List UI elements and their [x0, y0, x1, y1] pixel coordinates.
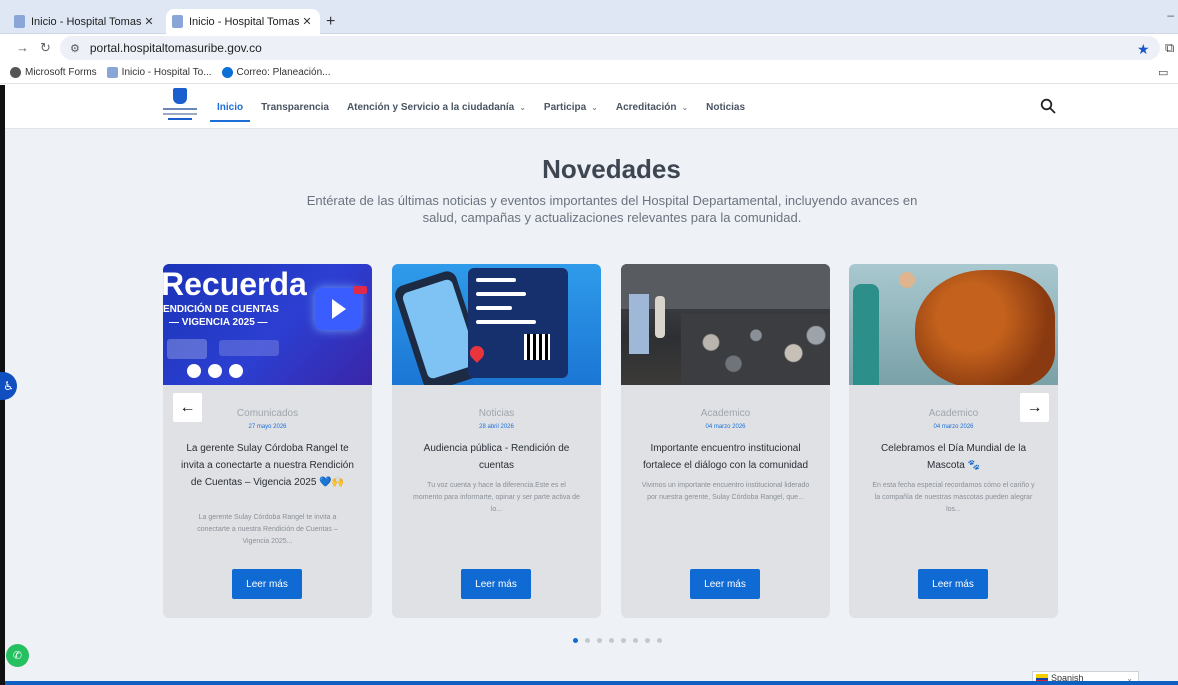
bookmark-item[interactable]: Correo: Planeación... [221, 67, 331, 78]
carousel-dot[interactable] [645, 638, 650, 643]
news-card[interactable]: Noticias 28 abril 2026 Audiencia pública… [392, 264, 601, 618]
read-more-button[interactable]: Leer más [461, 569, 531, 599]
chevron-down-icon: ⌄ [681, 102, 689, 112]
card-excerpt: En esta fecha especial recordamos cómo e… [872, 482, 1035, 513]
bookmark-label: Microsoft Forms [25, 67, 97, 78]
nav-item-participa[interactable]: Participa ⌄ [544, 85, 598, 129]
card-date: 27 mayo 2026 [248, 424, 287, 430]
news-card[interactable]: Academico 04 marzo 2026 Celebramos el Dí… [849, 264, 1058, 618]
site-header: Inicio Transparencia Atención y Servicio… [5, 85, 1178, 129]
card-date: 04 marzo 2026 [705, 424, 746, 430]
play-icon [315, 288, 361, 330]
tab-title: Inicio - Hospital Tomas Uribe U [189, 15, 300, 28]
nav-item-inicio[interactable]: Inicio [209, 85, 251, 129]
read-more-button[interactable]: Leer más [918, 569, 988, 599]
carousel-next-button[interactable]: → [1020, 393, 1049, 422]
carousel-pagination [573, 638, 669, 643]
nav-label: Participa [543, 101, 587, 113]
browser-tab-strip: Inicio - Hospital Tomas Uribe U ✕ Inicio… [0, 0, 1178, 34]
page-icon [106, 67, 118, 78]
bookmark-label: Inicio - Hospital To... [121, 67, 212, 78]
image-text: — VIGENCIA 2025 — [169, 317, 268, 328]
card-excerpt: Tu voz cuenta y hace la diferencia.Este … [413, 482, 580, 513]
qr-code-icon [524, 334, 550, 360]
folder-icon[interactable]: ▭ [1158, 66, 1168, 79]
news-card[interactable]: Recuerda ENDICIÓN DE CUENTAS — VIGENCIA … [163, 264, 372, 618]
card-category: Academico [700, 408, 751, 419]
nav-item-atencion[interactable]: Atención y Servicio a la ciudadanía ⌄ [347, 85, 526, 129]
carousel-dot[interactable] [573, 638, 578, 643]
page-favicon-icon [172, 15, 183, 28]
search-icon[interactable] [1040, 98, 1056, 114]
image-text: Recuerda [163, 266, 307, 302]
main-navigation: Inicio Transparencia Atención y Servicio… [209, 85, 763, 129]
carousel-dot[interactable] [609, 638, 614, 643]
minimize-icon[interactable]: – [1167, 8, 1174, 22]
carousel-dot[interactable] [585, 638, 590, 643]
news-card[interactable]: Academico 04 marzo 2026 Importante encue… [621, 264, 830, 618]
card-category: Noticias [478, 408, 515, 419]
close-tab-icon[interactable]: ✕ [142, 15, 156, 28]
address-bar[interactable]: ⚙ portal.hospitaltomasuribe.gov.co [60, 36, 1160, 60]
nav-item-noticias[interactable]: Noticias [706, 85, 745, 129]
news-card-image[interactable] [849, 264, 1058, 385]
live-badge [353, 286, 367, 294]
carousel-prev-button[interactable]: ← [173, 393, 202, 422]
nav-label: Atención y Servicio a la ciudadanía [346, 101, 515, 113]
section-title: Novedades [542, 154, 681, 184]
url-text[interactable]: portal.hospitaltomasuribe.gov.co [90, 41, 262, 55]
nav-label: Noticias [706, 101, 746, 113]
social-icons [187, 364, 250, 378]
bookmark-item[interactable]: Inicio - Hospital To... [106, 67, 212, 78]
bookmarks-bar: Microsoft Forms Inicio - Hospital To... … [0, 62, 1178, 84]
nav-label: Inicio [217, 101, 244, 113]
read-more-button[interactable]: Leer más [690, 569, 760, 599]
card-date: 04 marzo 2026 [933, 424, 974, 430]
card-headline[interactable]: Importante encuentro institucional forta… [639, 440, 812, 474]
card-excerpt: Vivimos un importante encuentro instituc… [641, 482, 810, 501]
hospital-logo[interactable] [163, 88, 197, 124]
page-favicon-icon [14, 15, 25, 28]
news-section: Novedades Entérate de las últimas notici… [5, 129, 1178, 685]
chevron-down-icon: ⌄ [591, 102, 598, 112]
nav-label: Acreditación [615, 101, 677, 113]
close-tab-icon[interactable]: ✕ [300, 15, 314, 28]
news-card-image[interactable] [621, 264, 830, 385]
image-text: ENDICIÓN DE CUENTAS [163, 304, 279, 315]
card-date: 28 abril 2026 [479, 424, 514, 430]
bookmark-star-icon[interactable]: ★ [1137, 41, 1150, 58]
bookmark-item[interactable]: Microsoft Forms [10, 67, 97, 78]
carousel-dot[interactable] [621, 638, 626, 643]
tab-title: Inicio - Hospital Tomas Uribe U [31, 15, 142, 28]
bookmark-label: Correo: Planeación... [236, 67, 331, 78]
carousel-dot[interactable] [657, 638, 662, 643]
card-headline[interactable]: Audiencia pública - Rendición de cuentas [410, 440, 583, 474]
card-excerpt: La gerente Sulay Córdoba Rangel te invit… [197, 514, 338, 545]
forward-arrow-icon[interactable]: → [16, 40, 29, 55]
news-card-image[interactable] [392, 264, 601, 385]
news-card-image[interactable]: Recuerda ENDICIÓN DE CUENTAS — VIGENCIA … [163, 264, 372, 385]
read-more-button[interactable]: Leer más [232, 569, 302, 599]
chevron-down-icon: ⌄ [519, 102, 526, 112]
new-tab-button[interactable]: + [326, 13, 335, 31]
outlook-icon [221, 67, 233, 78]
browser-tab[interactable]: Inicio - Hospital Tomas Uribe U ✕ [8, 9, 162, 34]
reload-icon[interactable]: ↻ [40, 40, 51, 56]
card-headline[interactable]: La gerente Sulay Córdoba Rangel te invit… [181, 440, 354, 491]
site-info-icon[interactable]: ⚙ [70, 42, 80, 55]
nav-label: Transparencia [261, 101, 329, 113]
carousel-dot[interactable] [597, 638, 602, 643]
forms-icon [10, 67, 21, 78]
whatsapp-icon[interactable]: ✆ [6, 644, 29, 667]
carousel-dot[interactable] [633, 638, 638, 643]
address-bar-row: → ↻ ⚙ portal.hospitaltomasuribe.gov.co ★… [0, 34, 1178, 62]
nav-item-transparencia[interactable]: Transparencia [261, 85, 329, 129]
extensions-icon[interactable]: ⧉ [1165, 40, 1174, 56]
nav-item-acreditacion[interactable]: Acreditación ⌄ [616, 85, 688, 129]
footer-bar [5, 681, 1178, 685]
card-headline[interactable]: Celebramos el Día Mundial de la Mascota … [867, 440, 1040, 474]
browser-tab-active[interactable]: Inicio - Hospital Tomas Uribe U ✕ [166, 9, 320, 34]
section-subtitle: Entérate de las últimas noticias y event… [306, 193, 918, 225]
